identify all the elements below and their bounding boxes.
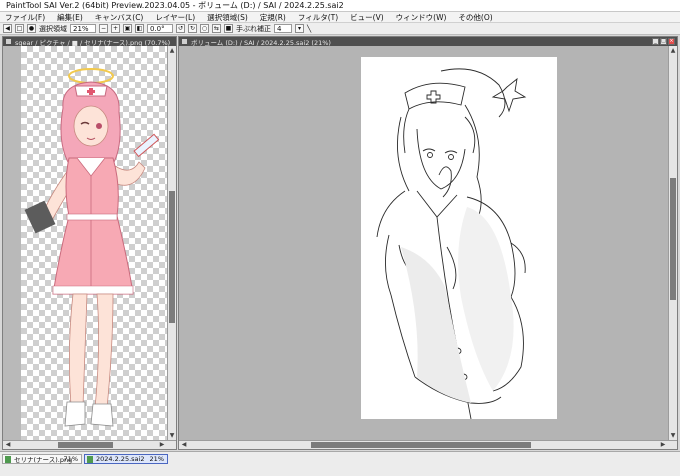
document-tab-0[interactable]: セリナ(ナース).png 71% <box>2 454 82 464</box>
right-document-pane: ボリューム (D:) / SAI / 2024.2.25.sai2 (21%) … <box>178 36 678 450</box>
selection-label: 選択領域 <box>39 24 67 33</box>
scroll-left-icon[interactable]: ◀ <box>4 441 12 449</box>
zoom-field[interactable]: 21% <box>70 24 96 33</box>
menu-window[interactable]: ウィンドウ(W) <box>391 12 454 23</box>
right-vertical-scrollbar[interactable]: ▲ ▼ <box>668 46 677 441</box>
back-icon[interactable]: ◀ <box>3 24 12 33</box>
right-horizontal-scrollbar[interactable]: ◀ ▶ <box>179 440 677 449</box>
document-tab-name: 2024.2.25.sai2 <box>96 455 145 463</box>
zoom-in-icon[interactable]: + <box>111 24 120 33</box>
zoom-fit-icon[interactable]: ◧ <box>135 24 144 33</box>
toolbar: ◀ □ ● 選択領域 21% − + ▣ ◧ 0.0° ↺ ↻ ○ ⇆ ■ 手ぶ… <box>0 23 680 35</box>
scroll-left-icon[interactable]: ◀ <box>180 441 188 449</box>
document-tab-zoom: 71% <box>63 455 78 463</box>
left-pane-titlebar[interactable]: sgear / ピクチャ / ■ / セリナ(ナース).png (70.7%) <box>3 37 176 46</box>
menu-selection[interactable]: 選択領域(S) <box>202 12 255 23</box>
rotate-reset-icon[interactable]: ○ <box>200 24 209 33</box>
pen-icon[interactable]: ╲ <box>307 25 311 33</box>
minimize-icon[interactable]: _ <box>652 38 659 45</box>
scroll-up-icon[interactable]: ▲ <box>168 47 176 55</box>
document-tab-zoom: 21% <box>149 455 164 463</box>
stabilizer-field[interactable]: 4 <box>274 24 292 33</box>
right-hscroll-thumb[interactable] <box>311 442 531 448</box>
document-icon <box>182 39 187 44</box>
zoom-reset-icon[interactable]: ▣ <box>123 24 132 33</box>
document-icon <box>6 39 11 44</box>
menu-filter[interactable]: フィルタ(T) <box>293 12 345 23</box>
dropdown-icon[interactable]: ▾ <box>295 24 304 33</box>
menu-bar: ファイル(F) 編集(E) キャンバス(C) レイヤー(L) 選択領域(S) 定… <box>0 12 680 23</box>
menu-canvas[interactable]: キャンバス(C) <box>90 12 151 23</box>
title-bar: PaintTool SAI Ver.2 (64bit) Preview.2023… <box>0 0 680 12</box>
right-vscroll-thumb[interactable] <box>670 178 676 300</box>
menu-layer[interactable]: レイヤー(L) <box>150 12 202 23</box>
rotation-field[interactable]: 0.0° <box>147 24 173 33</box>
png-file-icon <box>5 455 11 463</box>
sai-file-icon <box>87 455 93 463</box>
flip-icon[interactable]: ⇆ <box>212 24 221 33</box>
stabilizer-toggle[interactable]: ■ <box>224 24 233 33</box>
stabilizer-label: 手ぶれ補正 <box>236 24 271 33</box>
eye-icon[interactable]: ● <box>27 24 36 33</box>
document-tab-1[interactable]: 2024.2.25.sai2 21% <box>84 454 168 464</box>
menu-ruler[interactable]: 定規(R) <box>255 12 293 23</box>
maximize-icon[interactable]: □ <box>660 38 667 45</box>
right-canvas-area[interactable] <box>179 46 668 441</box>
left-vscroll-thumb[interactable] <box>169 191 175 323</box>
left-hscroll-thumb[interactable] <box>58 442 113 448</box>
scroll-right-icon[interactable]: ▶ <box>158 441 166 449</box>
right-canvas[interactable] <box>361 57 557 420</box>
rotate-left-icon[interactable]: ↺ <box>176 24 185 33</box>
menu-other[interactable]: その他(O) <box>453 12 499 23</box>
scroll-right-icon[interactable]: ▶ <box>659 441 667 449</box>
menu-view[interactable]: ビュー(V) <box>345 12 390 23</box>
menu-file[interactable]: ファイル(F) <box>0 12 52 23</box>
left-vertical-scrollbar[interactable]: ▲ ▼ <box>167 46 176 441</box>
window-title: PaintTool SAI Ver.2 (64bit) Preview.2023… <box>6 1 344 10</box>
rotate-right-icon[interactable]: ↻ <box>188 24 197 33</box>
nurse-artwork-lineart <box>376 68 527 420</box>
left-pane-title: sgear / ピクチャ / ■ / セリナ(ナース).png (70.7%) <box>15 38 171 47</box>
nurse-artwork-color <box>24 68 160 427</box>
scroll-down-icon[interactable]: ▼ <box>168 432 176 440</box>
scroll-down-icon[interactable]: ▼ <box>669 432 677 440</box>
right-pane-titlebar[interactable]: ボリューム (D:) / SAI / 2024.2.25.sai2 (21%) … <box>179 37 677 46</box>
zoom-out-icon[interactable]: − <box>99 24 108 33</box>
scroll-up-icon[interactable]: ▲ <box>669 47 677 55</box>
status-bar: セリナ(ナース).png 71% 2024.2.25.sai2 21% <box>0 451 680 476</box>
left-horizontal-scrollbar[interactable]: ◀ ▶ <box>3 440 176 449</box>
right-pane-title: ボリューム (D:) / SAI / 2024.2.25.sai2 (21%) <box>191 38 331 47</box>
left-document-pane: sgear / ピクチャ / ■ / セリナ(ナース).png (70.7%) <box>2 36 177 450</box>
close-icon[interactable]: × <box>668 38 675 45</box>
left-canvas[interactable] <box>21 46 167 441</box>
selection-icon[interactable]: □ <box>15 24 24 33</box>
menu-edit[interactable]: 編集(E) <box>52 12 90 23</box>
